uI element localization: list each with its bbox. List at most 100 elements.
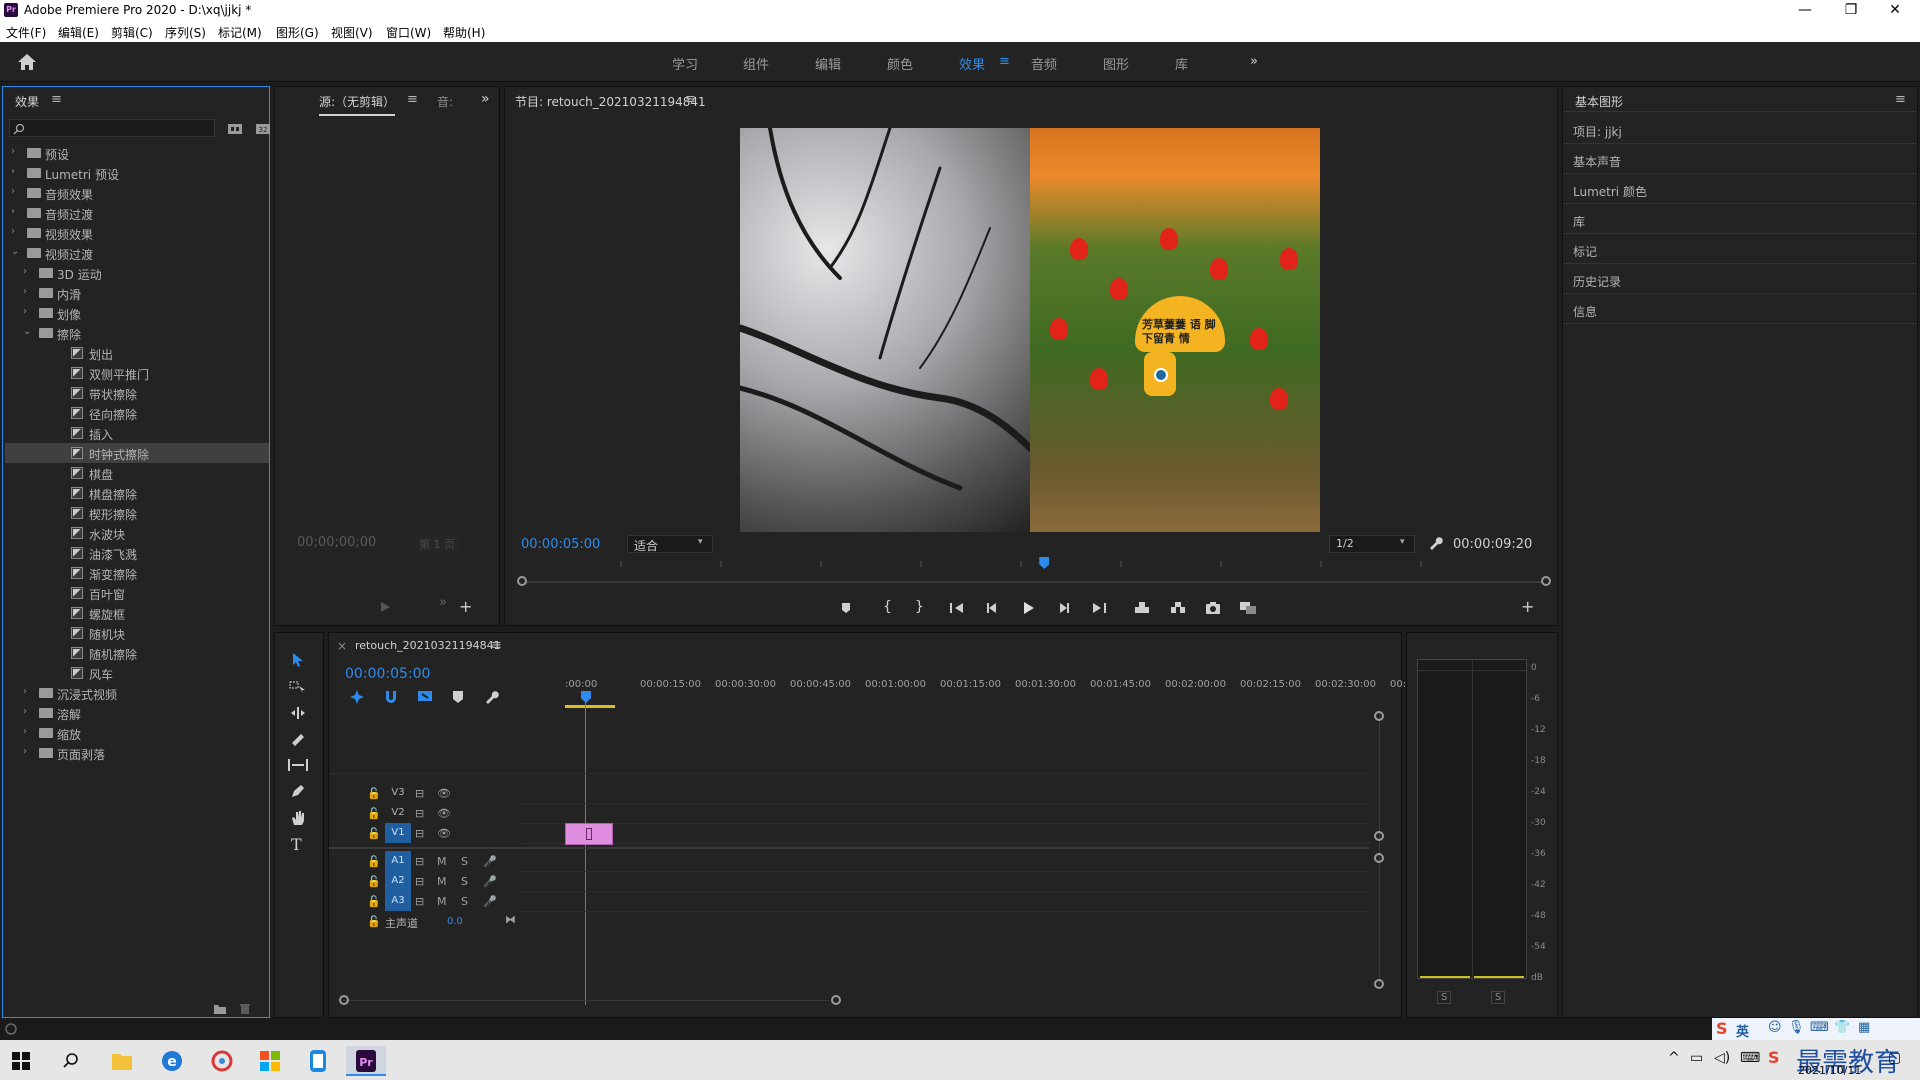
mark-out-icon[interactable]: } [915, 599, 924, 615]
microphone-icon[interactable]: 🎤 [483, 895, 497, 908]
solo-button[interactable]: S [461, 855, 468, 868]
effects-tree-item[interactable]: 百叶窗 [5, 583, 269, 603]
effects-tree-item[interactable]: 油漆飞溅 [5, 543, 269, 563]
chevron-right-icon[interactable]: › [11, 186, 15, 197]
chevron-right-icon[interactable]: › [23, 686, 27, 697]
mark-in-icon[interactable]: { [883, 599, 892, 615]
sync-lock-icon[interactable]: ⊟ [415, 807, 424, 820]
chevron-right-icon[interactable]: › [23, 706, 27, 717]
lock-icon[interactable]: 🔓 [367, 895, 381, 908]
menu-file[interactable]: 文件(F) [6, 24, 46, 41]
workspace-learn[interactable]: 学习 [672, 54, 698, 73]
chevron-right-icon[interactable]: › [11, 226, 15, 237]
mute-button[interactable]: M [437, 855, 447, 868]
effects-tree-item[interactable]: 风车 [5, 663, 269, 683]
essential-graphics-menu-icon[interactable]: ≡ [1895, 92, 1906, 107]
menu-graphics[interactable]: 图形(G) [276, 24, 319, 41]
type-tool-icon[interactable]: T [291, 835, 302, 854]
horizontal-scroll-handle[interactable] [339, 995, 349, 1005]
workspace-effects-menu-icon[interactable]: ≡ [999, 54, 1010, 69]
vertical-scrollbar-track[interactable] [1379, 715, 1380, 985]
mute-button[interactable]: M [437, 875, 447, 888]
pen-tool-icon[interactable] [289, 783, 307, 799]
vertical-scroll-handle[interactable] [1374, 711, 1384, 721]
workspace-audio[interactable]: 音频 [1031, 54, 1057, 73]
extract-icon[interactable] [1169, 601, 1187, 615]
zoom-handle-left[interactable] [517, 576, 527, 586]
panel-item-markers[interactable]: 标记 [1573, 243, 1597, 260]
program-menu-icon[interactable]: ≡ [685, 92, 696, 107]
effects-tree-item[interactable]: 双侧平推门 [5, 363, 269, 383]
horizontal-scrollbar[interactable] [343, 1000, 829, 1001]
step-forward-icon[interactable] [1057, 601, 1071, 615]
app-icon[interactable] [298, 1046, 338, 1076]
menu-view[interactable]: 视图(V) [331, 24, 373, 41]
effects-tree-item[interactable]: › 页面剥落 [5, 743, 269, 763]
effects-tree-item[interactable]: ⌄ 视频过渡 [5, 243, 269, 263]
new-bin-icon[interactable] [213, 1003, 227, 1015]
chevron-right-icon[interactable]: › [11, 146, 15, 157]
notification-icon[interactable]: ▢ [1888, 1050, 1901, 1066]
wrench-icon[interactable] [1427, 535, 1443, 551]
home-icon[interactable] [16, 52, 38, 72]
effects-search-input[interactable] [9, 119, 215, 137]
ime-toolbar[interactable]: S 英 ☺ 🎙 ⌨ 👕 ▦ [1712, 1018, 1920, 1040]
track-target-v1[interactable]: V1 [385, 823, 411, 843]
effects-tree-item[interactable]: › 预设 [5, 143, 269, 163]
lock-icon[interactable]: 🔓 [367, 875, 381, 888]
solo-right-button[interactable]: S [1491, 991, 1506, 1004]
master-volume-value[interactable]: 0.0 [447, 916, 463, 927]
chevron-right-icon[interactable]: › [11, 166, 15, 177]
play-button-icon[interactable] [1021, 601, 1035, 615]
tray-chevron-up-icon[interactable]: ^ [1668, 1050, 1680, 1066]
source-tab[interactable]: 源:（无剪辑） [319, 93, 396, 116]
program-add-button[interactable]: + [1521, 597, 1534, 616]
effects-tree-item[interactable]: › 音频过渡 [5, 203, 269, 223]
solo-button[interactable]: S [461, 875, 468, 888]
track-select-tool-icon[interactable] [289, 679, 307, 695]
edge-browser-icon[interactable]: e [152, 1046, 192, 1076]
effects-tree-item[interactable]: › 内滑 [5, 283, 269, 303]
sogou-tray-icon[interactable]: S [1768, 1048, 1780, 1067]
program-time-ruler[interactable] [521, 557, 1547, 571]
effects-tree-item[interactable]: 带状擦除 [5, 383, 269, 403]
zoom-handle-right[interactable] [1541, 576, 1551, 586]
add-marker-icon[interactable] [839, 601, 853, 615]
panel-item-project[interactable]: 项目: jjkj [1573, 123, 1622, 140]
effects-tree-item[interactable]: 水波块 [5, 523, 269, 543]
selection-tool-icon[interactable] [289, 651, 307, 669]
effects-tree-item[interactable]: 渐变擦除 [5, 563, 269, 583]
panel-item-info[interactable]: 信息 [1573, 303, 1597, 320]
lock-icon[interactable]: 🔓 [367, 827, 381, 840]
effects-tree-item[interactable]: › 划像 [5, 303, 269, 323]
ime-mic-icon[interactable]: 🎙 [1788, 1020, 1805, 1035]
camera-icon[interactable] [1205, 601, 1221, 615]
delete-icon[interactable] [239, 1003, 251, 1015]
chevron-right-icon[interactable]: › [23, 266, 27, 277]
effects-tree-item[interactable]: › Lumetri 预设 [5, 163, 269, 183]
accelerated-effects-icon[interactable] [227, 121, 243, 135]
effects-tree-item[interactable]: › 缩放 [5, 723, 269, 743]
chevron-right-icon[interactable]: › [23, 726, 27, 737]
workspace-assembly[interactable]: 组件 [743, 54, 769, 73]
go-to-out-icon[interactable] [1091, 601, 1107, 615]
effects-tree-item[interactable]: 楔形擦除 [5, 503, 269, 523]
mute-button[interactable]: M [437, 895, 447, 908]
menu-edit[interactable]: 编辑(E) [58, 24, 99, 41]
menu-sequence[interactable]: 序列(S) [165, 24, 206, 41]
effects-tree-item[interactable]: › 沉浸式视频 [5, 683, 269, 703]
effects-tree-item[interactable]: 棋盘擦除 [5, 483, 269, 503]
lift-icon[interactable] [1133, 601, 1151, 615]
eye-icon[interactable]: 👁 [437, 807, 451, 820]
slip-tool-icon[interactable] [287, 757, 309, 773]
effects-tree-item[interactable]: 时钟式擦除 [5, 443, 269, 463]
source-add-button[interactable]: + [459, 597, 472, 616]
chevron-right-icon[interactable]: › [23, 286, 27, 297]
search-icon[interactable] [62, 1052, 80, 1070]
audio-clip-mixer-tab[interactable]: 音: [437, 93, 453, 110]
close-button[interactable]: ✕ [1872, 0, 1918, 22]
play-icon[interactable] [379, 601, 391, 613]
vertical-scroll-handle[interactable] [1374, 831, 1384, 841]
solo-button[interactable]: S [461, 895, 468, 908]
effects-tree-item[interactable]: 棋盘 [5, 463, 269, 483]
